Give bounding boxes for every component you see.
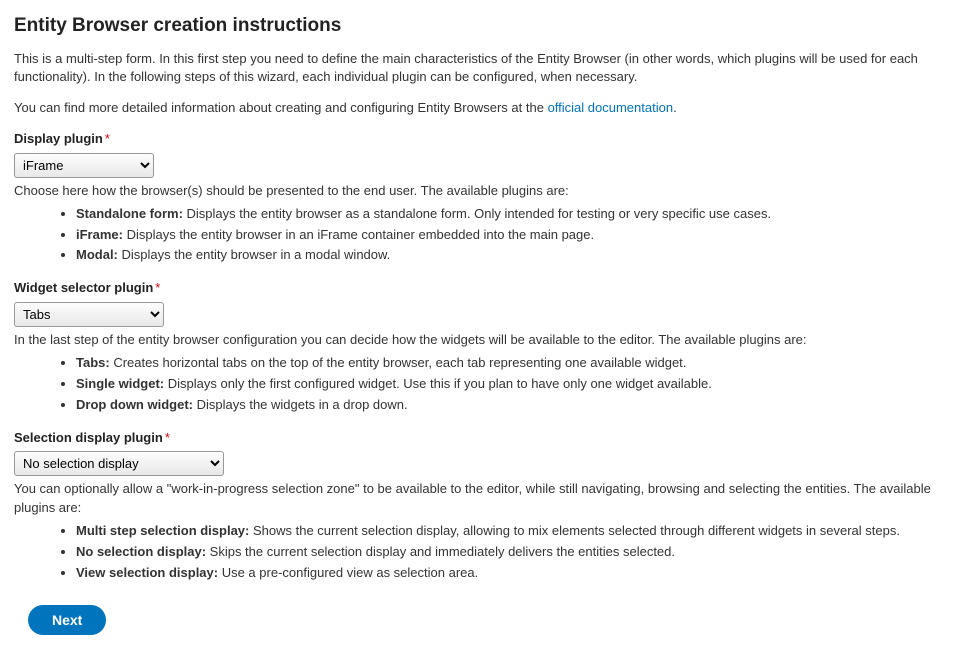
option-desc: Displays only the first configured widge… bbox=[164, 376, 712, 391]
display-plugin-section: Display plugin* iFrame Choose here how t… bbox=[14, 130, 955, 265]
list-item: Single widget: Displays only the first c… bbox=[76, 375, 955, 394]
option-name: Multi step selection display: bbox=[76, 523, 249, 538]
list-item: Standalone form: Displays the entity bro… bbox=[76, 205, 955, 224]
option-desc: Shows the current selection display, all… bbox=[249, 523, 900, 538]
option-desc: Skips the current selection display and … bbox=[206, 544, 675, 559]
option-name: Standalone form: bbox=[76, 206, 183, 221]
display-plugin-options-list: Standalone form: Displays the entity bro… bbox=[14, 205, 955, 266]
option-desc: Displays the widgets in a drop down. bbox=[193, 397, 408, 412]
selection-display-section: Selection display plugin* No selection d… bbox=[14, 429, 955, 583]
list-item: View selection display: Use a pre-config… bbox=[76, 564, 955, 583]
selection-display-select[interactable]: No selection display bbox=[14, 451, 224, 476]
option-name: No selection display: bbox=[76, 544, 206, 559]
intro-paragraph-1: This is a multi-step form. In this first… bbox=[14, 50, 955, 88]
widget-selector-options-list: Tabs: Creates horizontal tabs on the top… bbox=[14, 354, 955, 415]
list-item: No selection display: Skips the current … bbox=[76, 543, 955, 562]
list-item: Drop down widget: Displays the widgets i… bbox=[76, 396, 955, 415]
list-item: Multi step selection display: Shows the … bbox=[76, 522, 955, 541]
option-desc: Creates horizontal tabs on the top of th… bbox=[110, 355, 687, 370]
option-name: View selection display: bbox=[76, 565, 218, 580]
display-plugin-help: Choose here how the browser(s) should be… bbox=[14, 182, 955, 201]
widget-selector-label: Widget selector plugin* bbox=[14, 279, 160, 298]
selection-display-label-text: Selection display plugin bbox=[14, 430, 163, 445]
list-item: iFrame: Displays the entity browser in a… bbox=[76, 226, 955, 245]
widget-selector-select[interactable]: Tabs bbox=[14, 302, 164, 327]
official-documentation-link[interactable]: official documentation bbox=[548, 100, 674, 115]
option-desc: Displays the entity browser in an iFrame… bbox=[123, 227, 594, 242]
option-name: Drop down widget: bbox=[76, 397, 193, 412]
option-name: Modal: bbox=[76, 247, 118, 262]
intro2-suffix: . bbox=[673, 100, 677, 115]
list-item: Tabs: Creates horizontal tabs on the top… bbox=[76, 354, 955, 373]
page-title: Entity Browser creation instructions bbox=[14, 12, 955, 40]
widget-selector-label-text: Widget selector plugin bbox=[14, 280, 153, 295]
display-plugin-label: Display plugin* bbox=[14, 130, 110, 149]
option-desc: Displays the entity browser as a standal… bbox=[183, 206, 771, 221]
option-name: Tabs: bbox=[76, 355, 110, 370]
option-desc: Displays the entity browser in a modal w… bbox=[118, 247, 390, 262]
intro2-prefix: You can find more detailed information a… bbox=[14, 100, 548, 115]
list-item: Modal: Displays the entity browser in a … bbox=[76, 246, 955, 265]
option-name: Single widget: bbox=[76, 376, 164, 391]
widget-selector-section: Widget selector plugin* Tabs In the last… bbox=[14, 279, 955, 414]
option-desc: Use a pre-configured view as selection a… bbox=[218, 565, 478, 580]
selection-display-help: You can optionally allow a "work-in-prog… bbox=[14, 480, 955, 518]
widget-selector-help: In the last step of the entity browser c… bbox=[14, 331, 955, 350]
selection-display-options-list: Multi step selection display: Shows the … bbox=[14, 522, 955, 583]
required-marker: * bbox=[105, 131, 110, 146]
required-marker: * bbox=[155, 280, 160, 295]
selection-display-label: Selection display plugin* bbox=[14, 429, 170, 448]
intro-paragraph-2: You can find more detailed information a… bbox=[14, 99, 955, 118]
display-plugin-select[interactable]: iFrame bbox=[14, 153, 154, 178]
required-marker: * bbox=[165, 430, 170, 445]
option-name: iFrame: bbox=[76, 227, 123, 242]
display-plugin-label-text: Display plugin bbox=[14, 131, 103, 146]
